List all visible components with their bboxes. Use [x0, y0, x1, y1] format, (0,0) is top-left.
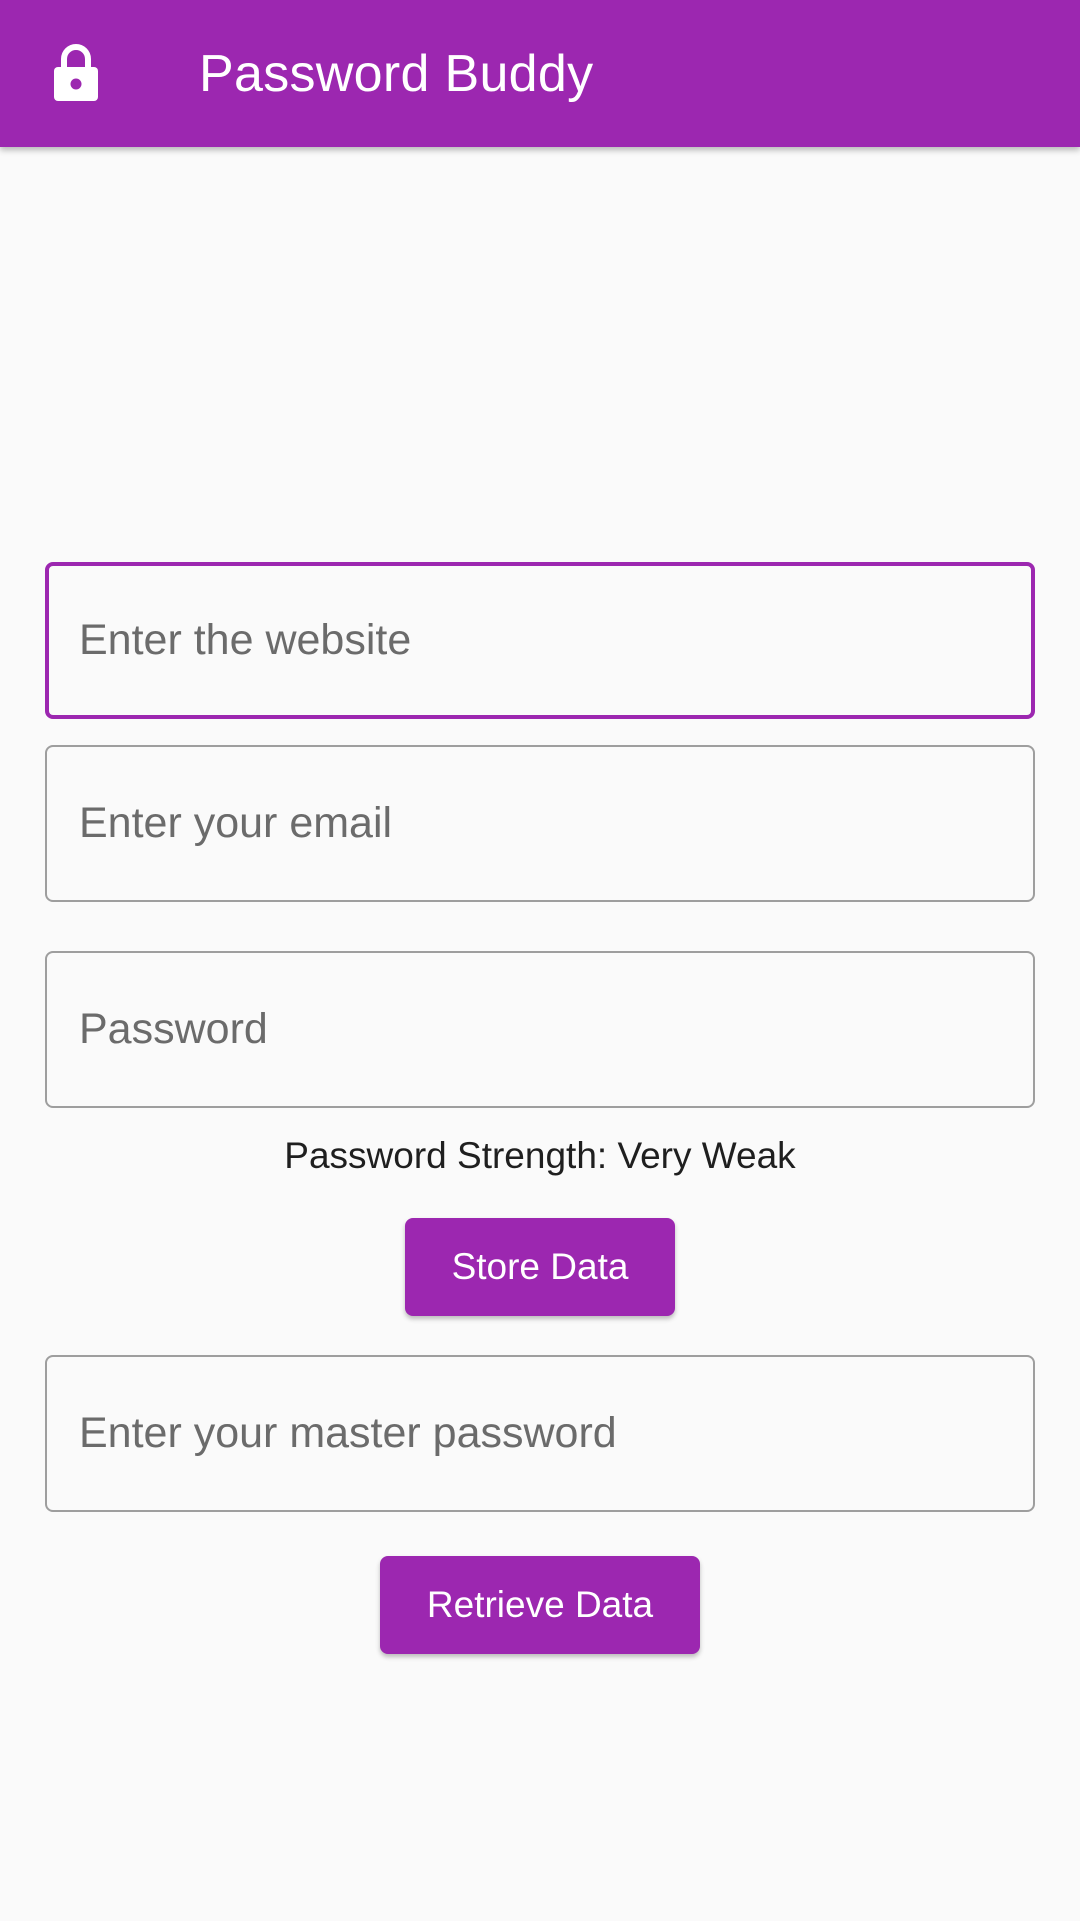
lock-icon	[54, 44, 98, 101]
app-title: Password Buddy	[199, 45, 594, 103]
password-strength-label: Password Strength: Very Weak	[284, 1135, 796, 1176]
master-password-input[interactable]	[45, 1355, 1035, 1512]
website-input[interactable]	[45, 562, 1035, 719]
store-data-button[interactable]: Store Data	[405, 1218, 675, 1316]
app-bar: Password Buddy	[0, 0, 1080, 147]
email-input[interactable]	[45, 745, 1035, 902]
password-input[interactable]	[45, 951, 1035, 1108]
retrieve-data-button[interactable]: Retrieve Data	[380, 1556, 700, 1654]
